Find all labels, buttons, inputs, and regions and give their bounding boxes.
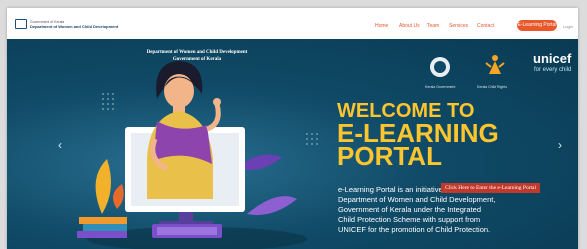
nav-team[interactable]: Team: [427, 23, 439, 29]
department-title: Department of Women and Child Developmen…: [142, 49, 252, 63]
welcome-line-3: PORTAL: [337, 141, 442, 171]
keyboard-illustration: [152, 224, 222, 238]
top-navigation-bar: Government of Kerala Department of Women…: [7, 8, 578, 40]
carousel-prev-arrow[interactable]: ‹: [58, 138, 62, 152]
description-line: UNICEF for the promotion of Child Protec…: [338, 225, 491, 234]
partner-label-kerala: Kerala Government: [425, 85, 456, 89]
hero-banner: Department of Women and Child Developmen…: [7, 39, 578, 249]
books-illustration: [77, 217, 127, 238]
description-line: Department of Women and Child Developmen…: [338, 195, 496, 204]
nav-home[interactable]: Home: [375, 23, 388, 29]
unicef-logo: unicef: [533, 51, 572, 66]
site-logo[interactable]: Government of Kerala Department of Women…: [15, 19, 118, 29]
dot-pattern-right: [306, 133, 318, 145]
welcome-heading: WELCOME TO E-LEARNING PORTAL: [337, 101, 499, 171]
e-learning-portal-button[interactable]: E-Learning Portal: [517, 20, 557, 31]
department-line-2: Government of Kerala: [172, 57, 222, 62]
browser-page: Government of Kerala Department of Women…: [7, 8, 578, 249]
partner-label-child-rights: Kerala Child Rights: [477, 85, 507, 89]
nav-services[interactable]: Services: [449, 23, 468, 29]
teacher-illustration: [147, 61, 221, 199]
kerala-emblem-icon: [430, 57, 450, 77]
nav-contact[interactable]: Contact: [477, 23, 494, 29]
department-line-1: Department of Women and Child Developmen…: [146, 50, 248, 55]
dot-pattern-left: [102, 93, 114, 110]
description-line: Child Protection Scheme with support fro…: [338, 215, 481, 224]
description-line: Government of Kerala under the Integrate…: [338, 205, 482, 214]
child-rights-logo-icon: [485, 55, 505, 74]
unicef-tagline: for every child: [534, 67, 572, 73]
logo-line-2: Department of Women and Child Developmen…: [30, 23, 119, 29]
enter-portal-tooltip[interactable]: Click Here to Enter the e-Learning Porta…: [441, 183, 541, 193]
emblem-icon: [15, 19, 27, 29]
carousel-next-arrow[interactable]: ›: [558, 138, 562, 152]
nav-about[interactable]: About Us: [399, 23, 420, 29]
login-link[interactable]: Login: [563, 24, 573, 29]
